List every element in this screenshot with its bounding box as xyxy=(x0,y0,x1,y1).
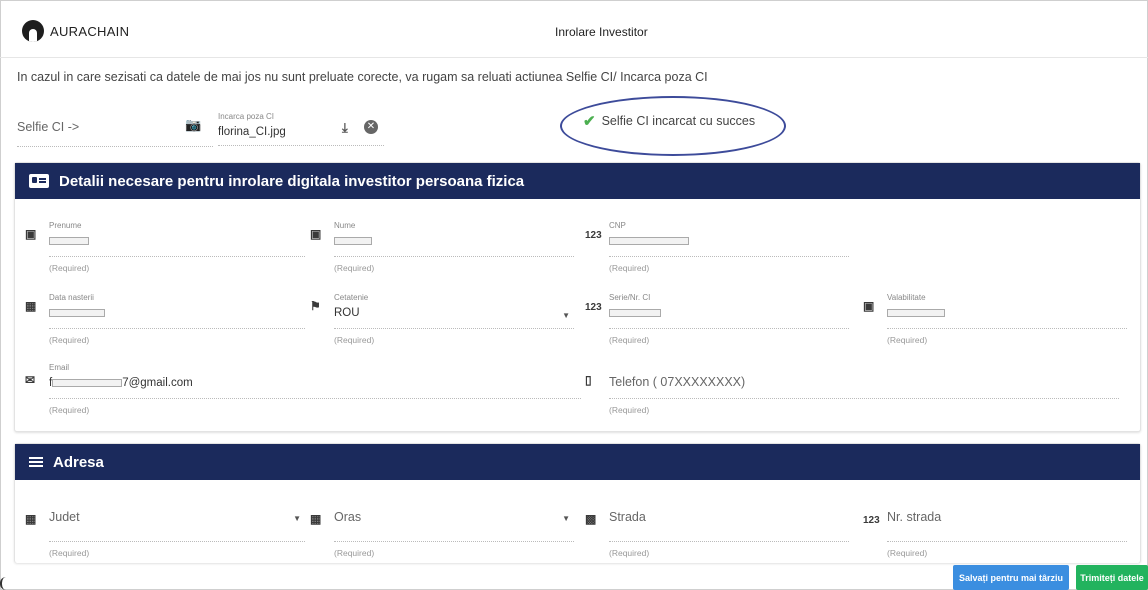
cetatenie-value: ROU xyxy=(334,307,360,319)
email-value: f 7@gmail.com xyxy=(49,377,193,389)
address-panel: Adresa ▦ Judet ▼ (Required) ▦ Oras ▼ (Re… xyxy=(14,443,1141,563)
cnp-field[interactable]: 123 CNP (Required) xyxy=(585,221,855,281)
chevron-down-icon[interactable]: ▼ xyxy=(293,514,301,523)
clear-icon[interactable]: ✕ xyxy=(364,120,378,134)
details-panel-title: Detalii necesare pentru inrolare digital… xyxy=(59,172,525,190)
street-icon: ▩ xyxy=(585,512,597,526)
strada-field[interactable]: ▩ Strada (Required) xyxy=(585,506,855,566)
mail-icon: ✉ xyxy=(25,373,36,387)
judet-placeholder: Judet xyxy=(49,510,80,524)
telefon-field[interactable]: ▯ Telefon ( 07XXXXXXXX) (Required) xyxy=(585,363,1135,423)
uploaded-file-name: florina_CI.jpg xyxy=(218,126,286,138)
data-nasterii-label: Data nasterii xyxy=(49,293,94,302)
info-notice: In cazul in care sezisati ca datele de m… xyxy=(17,70,708,84)
check-icon: ✔ xyxy=(583,113,596,130)
camera-icon[interactable]: 📷 xyxy=(185,117,201,133)
aurachain-logo-icon xyxy=(22,20,44,42)
numeric-icon: 123 xyxy=(863,515,880,526)
serie-ci-required: (Required) xyxy=(609,335,650,345)
email-field[interactable]: ✉ Email f 7@gmail.com (Required) xyxy=(25,363,581,423)
cetatenie-label: Cetatenie xyxy=(334,293,369,302)
nr-strada-field[interactable]: 123 Nr. strada (Required) xyxy=(863,506,1133,566)
cnp-required: (Required) xyxy=(609,263,650,273)
selfie-field-underline xyxy=(17,146,213,147)
selfie-label: Selfie CI -> xyxy=(17,120,80,134)
details-panel-header: Detalii necesare pentru inrolare digital… xyxy=(15,163,1140,199)
nr-strada-required: (Required) xyxy=(887,548,928,558)
serie-ci-field[interactable]: 123 Serie/Nr. CI (Required) xyxy=(585,293,855,353)
chevron-down-icon[interactable]: ▼ xyxy=(562,514,570,523)
nume-label: Nume xyxy=(334,221,356,230)
page-title: Inrolare Investitor xyxy=(555,25,648,39)
prenume-required: (Required) xyxy=(49,263,90,273)
address-panel-title: Adresa xyxy=(53,453,104,471)
cetatenie-select[interactable]: ⚑ Cetatenie ROU ▼ (Required) xyxy=(310,293,580,353)
telefon-required: (Required) xyxy=(609,405,650,415)
oras-placeholder: Oras xyxy=(334,510,362,524)
data-nasterii-value xyxy=(49,307,105,319)
chevron-down-icon[interactable]: ▼ xyxy=(562,311,570,320)
cnp-value xyxy=(609,235,689,247)
valabilitate-value xyxy=(887,307,945,319)
success-text: Selfie CI incarcat cu succes xyxy=(601,114,756,128)
send-data-button[interactable]: Trimiteți datele xyxy=(1076,565,1148,590)
upload-label: Incarca poza CI xyxy=(218,112,275,121)
nume-required: (Required) xyxy=(334,263,375,273)
logo-text: AURACHAIN xyxy=(50,23,130,39)
nume-value xyxy=(334,235,372,247)
numeric-icon: 123 xyxy=(585,302,602,313)
numeric-icon: 123 xyxy=(585,230,602,241)
email-suffix: 7@gmail.com xyxy=(122,377,193,389)
nume-field[interactable]: ▣ Nume (Required) xyxy=(310,221,580,281)
oras-required: (Required) xyxy=(334,548,375,558)
building-icon: ▦ xyxy=(25,512,37,526)
cetatenie-required: (Required) xyxy=(334,335,375,345)
upload-success-message: ✔ Selfie CI incarcat cu succes xyxy=(583,112,755,130)
corner-artifact xyxy=(0,577,8,590)
strada-placeholder: Strada xyxy=(609,510,646,524)
prenume-field[interactable]: ▣ Prenume (Required) xyxy=(25,221,305,281)
valabilitate-field[interactable]: ▣ Valabilitate (Required) xyxy=(863,293,1133,353)
calendar-icon: ▦ xyxy=(25,299,37,313)
flag-icon: ⚑ xyxy=(310,299,321,313)
investor-details-panel: Detalii necesare pentru inrolare digital… xyxy=(14,162,1141,432)
email-label: Email xyxy=(49,363,70,372)
serie-ci-label: Serie/Nr. CI xyxy=(609,293,651,302)
id-card-icon xyxy=(29,174,49,188)
logo: AURACHAIN xyxy=(22,20,129,42)
menu-icon xyxy=(29,461,43,463)
valabilitate-required: (Required) xyxy=(887,335,928,345)
badge-icon: ▣ xyxy=(310,227,322,241)
prenume-label: Prenume xyxy=(49,221,82,230)
data-nasterii-field[interactable]: ▦ Data nasterii (Required) xyxy=(25,293,305,353)
judet-required: (Required) xyxy=(49,548,90,558)
upload-icon[interactable]: ⤓ xyxy=(342,120,348,136)
save-for-later-button[interactable]: Salvați pentru mai târziu xyxy=(953,565,1069,590)
address-panel-header: Adresa xyxy=(15,444,1140,480)
data-nasterii-required: (Required) xyxy=(49,335,90,345)
nr-strada-placeholder: Nr. strada xyxy=(887,510,942,524)
oras-select[interactable]: ▦ Oras ▼ (Required) xyxy=(310,506,580,566)
calendar-star-icon: ▣ xyxy=(863,299,875,313)
cnp-label: CNP xyxy=(609,221,626,230)
serie-ci-value xyxy=(609,307,661,319)
upload-photo-field[interactable]: Incarca poza CI florina_CI.jpg ⤓ ✕ xyxy=(218,110,384,146)
top-bar: AURACHAIN Inrolare Investitor xyxy=(0,0,1148,58)
telefon-placeholder: Telefon ( 07XXXXXXXX) xyxy=(609,375,746,389)
email-required: (Required) xyxy=(49,405,90,415)
prenume-value xyxy=(49,235,89,247)
valabilitate-label: Valabilitate xyxy=(887,293,926,302)
building-icon: ▦ xyxy=(310,512,322,526)
phone-icon: ▯ xyxy=(585,373,592,387)
judet-select[interactable]: ▦ Judet ▼ (Required) xyxy=(25,506,305,566)
badge-icon: ▣ xyxy=(25,227,37,241)
strada-required: (Required) xyxy=(609,548,650,558)
